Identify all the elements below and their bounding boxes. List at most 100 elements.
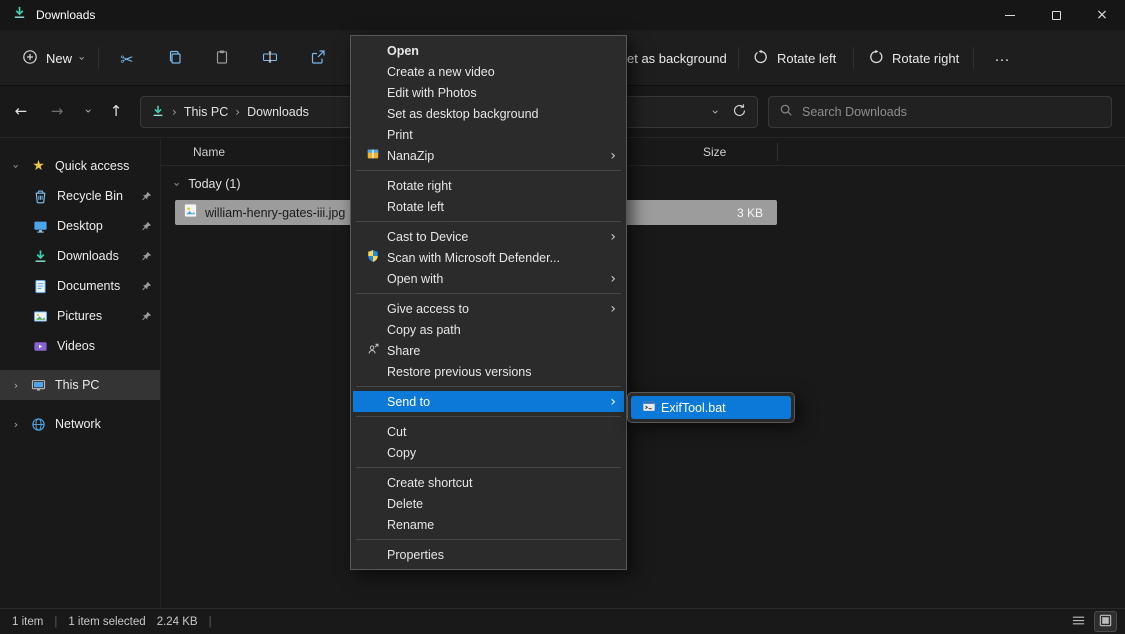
sidebar-item-pictures[interactable]: Pictures	[0, 301, 160, 331]
sidebar: › ★ Quick access Recycle Bin Desktop Dow…	[0, 139, 160, 608]
context-menu-item-open[interactable]: Open	[353, 40, 624, 61]
more-options-button[interactable]: ···	[985, 46, 1019, 72]
rename-button[interactable]	[253, 46, 287, 72]
forward-button[interactable]: →	[42, 96, 72, 126]
up-button[interactable]: ↑	[101, 96, 131, 126]
context-menu-item-copy[interactable]: Copy	[353, 442, 624, 463]
status-divider: |	[209, 616, 212, 628]
sidebar-item-label: Quick access	[55, 159, 129, 173]
context-menu: Open Create a new video Edit with Photos…	[350, 35, 627, 570]
column-header-name[interactable]: Name	[193, 145, 225, 159]
maximize-icon	[1052, 11, 1061, 20]
sidebar-item-label: This PC	[55, 378, 99, 392]
menu-separator	[356, 293, 621, 294]
back-button[interactable]: ←	[6, 96, 36, 126]
column-header-size[interactable]: Size	[703, 145, 726, 159]
context-menu-item-give-access-to[interactable]: Give access to ›	[353, 298, 624, 319]
sidebar-item-videos[interactable]: Videos	[0, 331, 160, 361]
context-menu-item-send-to[interactable]: Send to ›	[353, 391, 624, 412]
batch-file-icon	[642, 399, 656, 416]
paste-button[interactable]	[205, 46, 239, 72]
share-button[interactable]	[301, 46, 335, 72]
context-menu-item-share[interactable]: Share	[353, 340, 624, 361]
search-input[interactable]	[802, 105, 1101, 119]
context-menu-item-cut[interactable]: Cut	[353, 421, 624, 442]
rotate-left-button[interactable]: Rotate left	[753, 44, 836, 72]
file-name: william-henry-gates-iii.jpg	[205, 206, 345, 220]
sidebar-item-label: Pictures	[57, 309, 102, 323]
rotate-right-button[interactable]: Rotate right	[868, 44, 959, 72]
submenu-arrow-icon: ›	[610, 302, 616, 316]
videos-icon	[32, 339, 49, 354]
star-icon: ★	[30, 158, 47, 174]
context-menu-item-print[interactable]: Print	[353, 124, 624, 145]
pin-icon	[141, 281, 152, 292]
new-button[interactable]: New ›	[12, 44, 94, 72]
status-selection-count: 1 item selected	[68, 616, 145, 628]
sidebar-item-desktop[interactable]: Desktop	[0, 211, 160, 241]
minimize-button[interactable]	[987, 0, 1033, 30]
file-size: 3 KB	[737, 206, 763, 220]
context-menu-item-nanazip[interactable]: NanaZip ›	[353, 145, 624, 166]
close-button[interactable]: ×	[1079, 0, 1125, 30]
context-menu-item-create-shortcut[interactable]: Create shortcut	[353, 472, 624, 493]
status-item-count: 1 item	[12, 616, 43, 628]
context-menu-item-rotate-right[interactable]: Rotate right	[353, 175, 624, 196]
context-menu-item-set-as-desktop-background[interactable]: Set as desktop background	[353, 103, 624, 124]
sidebar-item-recycle-bin[interactable]: Recycle Bin	[0, 181, 160, 211]
nanazip-icon	[366, 147, 380, 164]
context-menu-item-delete[interactable]: Delete	[353, 493, 624, 514]
search-box	[768, 96, 1112, 128]
sidebar-item-label: Network	[55, 417, 101, 431]
sidebar-item-network[interactable]: › Network	[0, 409, 160, 439]
status-selection-size: 2.24 KB	[157, 616, 198, 628]
title-bar: Downloads ×	[0, 0, 1125, 30]
context-menu-item-open-with[interactable]: Open with ›	[353, 268, 624, 289]
address-dropdown-icon[interactable]: ›	[709, 110, 723, 115]
sidebar-item-downloads[interactable]: Downloads	[0, 241, 160, 271]
chevron-down-icon: ›	[81, 109, 95, 114]
sidebar-item-quick-access[interactable]: › ★ Quick access	[0, 151, 160, 181]
sidebar-item-documents[interactable]: Documents	[0, 271, 160, 301]
submenu-arrow-icon: ›	[610, 149, 616, 163]
new-icon	[22, 49, 38, 68]
set-as-background-button[interactable]: et as background	[627, 44, 727, 72]
context-menu-item-cast-to-device[interactable]: Cast to Device ›	[353, 226, 624, 247]
context-menu-item-rename[interactable]: Rename	[353, 514, 624, 535]
chevron-down-icon: ›	[171, 182, 184, 186]
paste-icon	[214, 49, 230, 70]
context-menu-item-create-a-new-video[interactable]: Create a new video	[353, 61, 624, 82]
submenu-arrow-icon: ›	[610, 230, 616, 244]
copy-button[interactable]	[158, 46, 192, 72]
breadcrumb-chevron-icon: ›	[235, 105, 240, 119]
submenu-arrow-icon: ›	[610, 395, 616, 409]
file-list-pane: Name Size › Today (1) william-henry-gate…	[160, 139, 1125, 608]
group-header-today[interactable]: › Today (1)	[175, 177, 1125, 191]
breadcrumb-downloads[interactable]: Downloads	[247, 105, 309, 119]
context-menu-item-rotate-left[interactable]: Rotate left	[353, 196, 624, 217]
sidebar-item-this-pc[interactable]: › This PC	[0, 370, 160, 400]
toolbar-divider	[738, 47, 739, 69]
submenu-arrow-icon: ›	[610, 272, 616, 286]
context-menu-item-properties[interactable]: Properties	[353, 544, 624, 565]
context-menu-item-restore-previous-versions[interactable]: Restore previous versions	[353, 361, 624, 382]
refresh-button[interactable]	[732, 103, 747, 121]
chevron-right-icon: ›	[10, 379, 22, 392]
pin-icon	[141, 251, 152, 262]
details-view-button[interactable]	[1067, 611, 1090, 632]
recent-locations-button[interactable]: ›	[73, 96, 103, 126]
window-title: Downloads	[36, 8, 95, 22]
cut-button[interactable]: ✂	[110, 46, 144, 72]
submenu-item-exiftool-bat[interactable]: ExifTool.bat	[631, 396, 791, 419]
maximize-button[interactable]	[1033, 0, 1079, 30]
thumbnail-view-button[interactable]	[1094, 611, 1117, 632]
menu-separator	[356, 386, 621, 387]
context-menu-item-edit-with-photos[interactable]: Edit with Photos	[353, 82, 624, 103]
breadcrumb-this-pc[interactable]: This PC	[184, 105, 228, 119]
pin-icon	[141, 221, 152, 232]
context-menu-item-scan-with-microsoft-defender[interactable]: Scan with Microsoft Defender...	[353, 247, 624, 268]
rotate-left-label: Rotate left	[777, 51, 836, 66]
context-menu-item-copy-as-path[interactable]: Copy as path	[353, 319, 624, 340]
column-divider[interactable]	[777, 143, 778, 161]
close-icon: ×	[1096, 7, 1108, 23]
